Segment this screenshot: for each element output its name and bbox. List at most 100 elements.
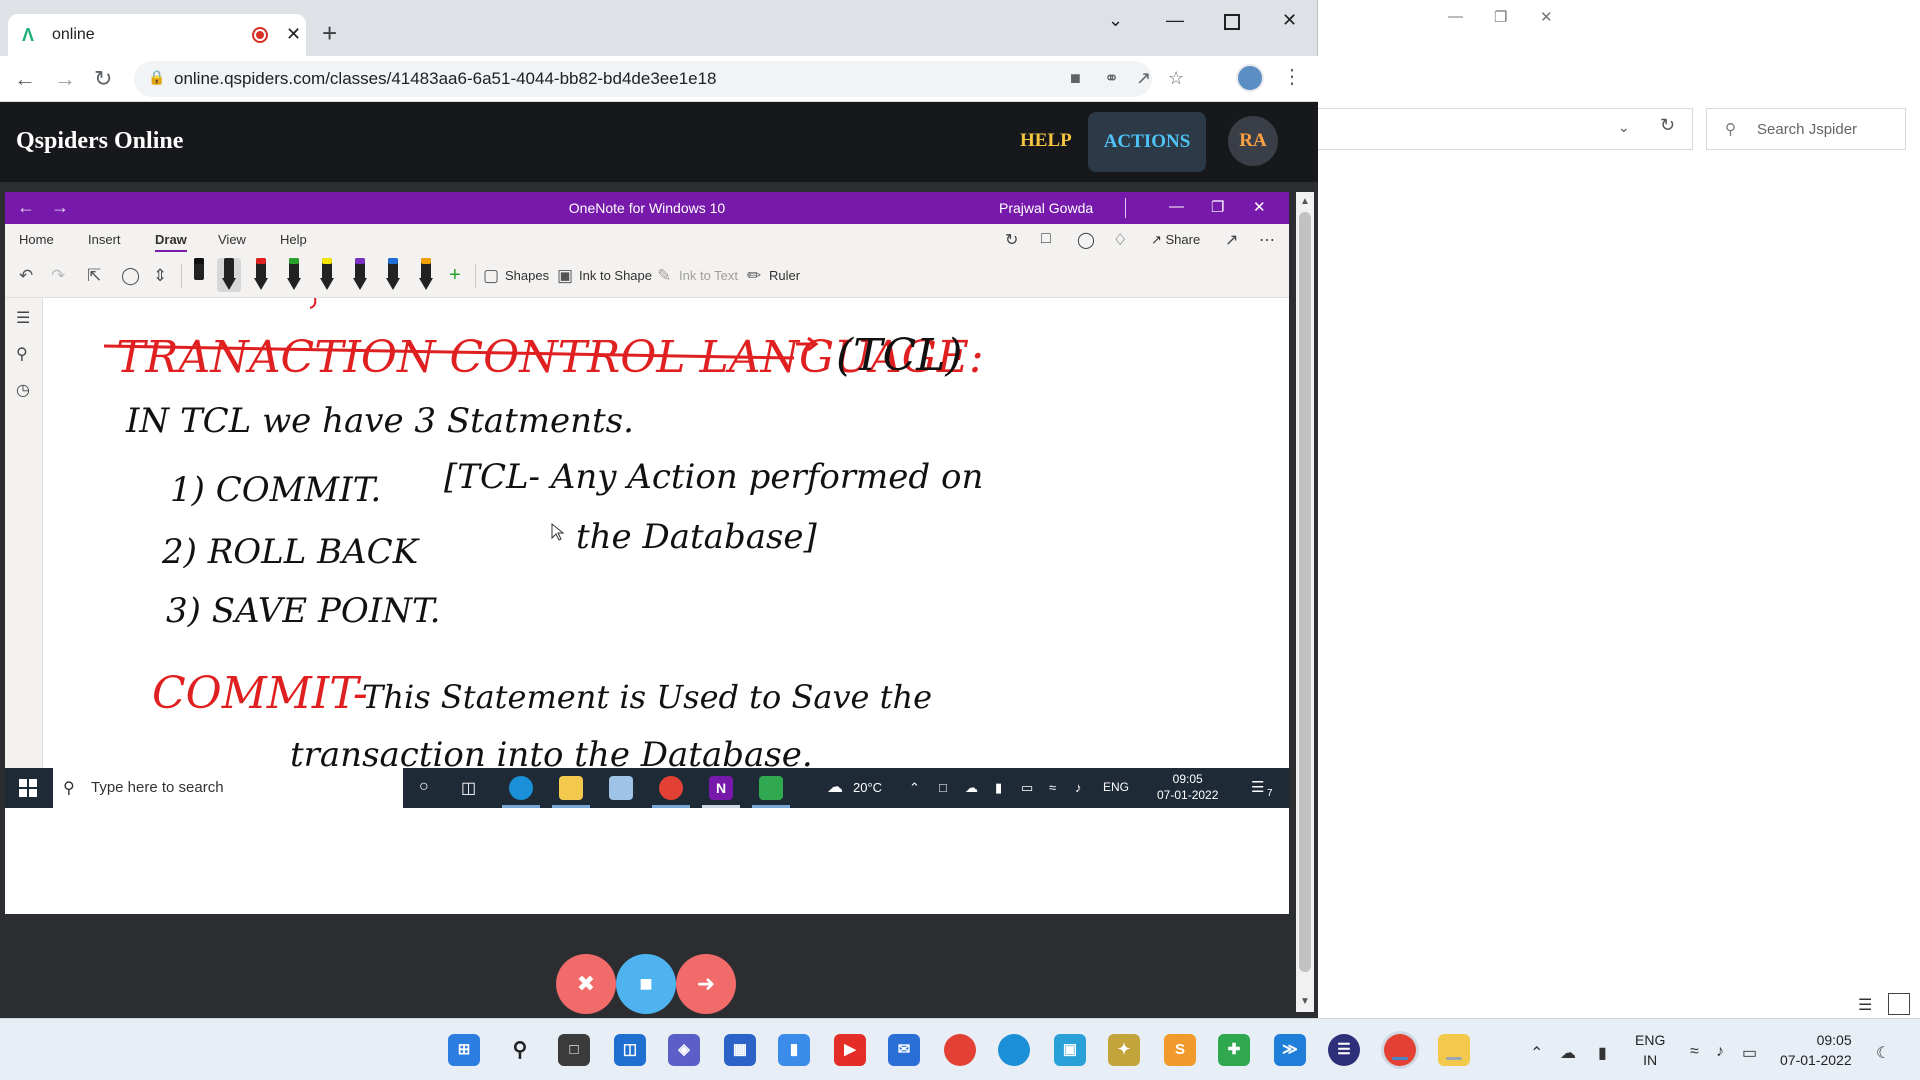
tab-close-icon[interactable]: ✕ xyxy=(286,24,301,45)
close-icon[interactable]: ✕ xyxy=(1540,8,1553,26)
battery-icon[interactable]: ▭ xyxy=(1021,780,1033,796)
mute-microphone-button[interactable]: ✖ xyxy=(556,954,616,1014)
bell-icon[interactable]: ♢ xyxy=(1113,230,1127,250)
chevron-up-icon[interactable]: ⌃ xyxy=(909,780,920,796)
teams-chat-icon[interactable]: ◈ xyxy=(668,1034,700,1066)
vscode-icon[interactable]: ≫ xyxy=(1274,1034,1306,1066)
notebooks-icon[interactable]: ☰ xyxy=(16,308,30,328)
note-canvas[interactable]: TRANACTION CONTROL LANGUAGE: (TCL) IN TC… xyxy=(44,298,1289,768)
profile-avatar[interactable] xyxy=(1236,64,1264,92)
windows-start-icon[interactable] xyxy=(19,779,37,797)
pen-orange[interactable] xyxy=(414,258,438,292)
maximize-icon[interactable] xyxy=(1224,14,1240,30)
restore-icon[interactable]: ❐ xyxy=(1494,8,1507,26)
redo-icon[interactable]: ↷ xyxy=(51,266,65,286)
menu-draw[interactable]: Draw xyxy=(155,232,187,252)
shapes-button[interactable]: Shapes xyxy=(505,268,549,283)
tray-icon[interactable]: □ xyxy=(939,780,947,795)
minimize-icon[interactable]: — xyxy=(1166,10,1184,31)
scrollbar-thumb[interactable] xyxy=(1299,212,1311,972)
tab-search-icon[interactable]: ⌄ xyxy=(1108,10,1123,31)
share-button[interactable]: ↗ Share xyxy=(1151,232,1200,248)
large-icons-view-icon[interactable] xyxy=(1888,993,1910,1015)
sublime-text-icon[interactable]: S xyxy=(1164,1034,1196,1066)
leave-call-button[interactable]: ➜ xyxy=(676,954,736,1014)
pen-blue[interactable] xyxy=(381,258,405,292)
notification-icon[interactable]: ☰ xyxy=(1251,778,1264,796)
wifi-icon[interactable]: ≈ xyxy=(1049,780,1056,795)
page-scrollbar[interactable]: ▲ ▼ xyxy=(1296,192,1314,1012)
close-icon[interactable]: ✕ xyxy=(1253,198,1266,216)
more-icon[interactable]: ⋯ xyxy=(1259,230,1275,250)
add-space-icon[interactable]: ⇕ xyxy=(153,266,167,286)
new-tab-button[interactable]: + xyxy=(322,18,337,49)
address-bar[interactable]: ⌄ ↻ xyxy=(1318,108,1693,150)
task-view-icon[interactable]: □ xyxy=(558,1034,590,1066)
store-icon[interactable]: ▦ xyxy=(724,1034,756,1066)
temperature[interactable]: 20°C xyxy=(853,780,882,795)
remote-desktop-icon[interactable]: ▣ xyxy=(1054,1034,1086,1066)
add-pen-icon[interactable]: + xyxy=(449,264,461,287)
menu-home[interactable]: Home xyxy=(19,232,54,247)
search-icon[interactable]: ⚲ xyxy=(504,1034,536,1066)
pen-purple[interactable] xyxy=(348,258,372,292)
cortana-icon[interactable]: ○ xyxy=(419,778,429,796)
pen-black-selected[interactable] xyxy=(217,258,241,292)
refresh-icon[interactable]: ↻ xyxy=(1660,115,1675,136)
task-view-icon[interactable]: ◫ xyxy=(461,778,476,798)
app-icon[interactable]: ▮ xyxy=(778,1034,810,1066)
edge-icon[interactable] xyxy=(509,776,533,800)
brand-title[interactable]: Qspiders Online xyxy=(16,128,183,155)
pen-black[interactable] xyxy=(187,258,211,292)
battery-icon[interactable]: ▭ xyxy=(1742,1043,1757,1063)
app-icon[interactable] xyxy=(609,776,633,800)
notebook-icon[interactable]: □ xyxy=(1041,230,1051,248)
volume-icon[interactable]: ♪ xyxy=(1075,780,1082,795)
help-button[interactable]: HELP xyxy=(1020,130,1072,152)
actions-button[interactable]: ACTIONS xyxy=(1088,112,1206,172)
language-indicator[interactable]: ENG IN xyxy=(1635,1030,1665,1070)
microphone-icon[interactable]: ▮ xyxy=(995,780,1002,796)
minimize-icon[interactable]: — xyxy=(1169,198,1184,215)
onedrive-icon[interactable]: ☁ xyxy=(965,780,978,796)
scroll-down-icon[interactable]: ▼ xyxy=(1300,996,1310,1007)
shapes-icon[interactable]: ▢ xyxy=(483,266,499,286)
widgets-icon[interactable]: ◫ xyxy=(614,1034,646,1066)
lasso-select-icon[interactable]: ⇱ xyxy=(87,266,101,286)
eraser-icon[interactable]: ◯ xyxy=(121,266,140,286)
notification-icon[interactable]: ☾ xyxy=(1876,1043,1890,1063)
lock-icon[interactable]: 🔒 xyxy=(148,69,165,86)
chrome-profile-icon[interactable] xyxy=(1384,1034,1416,1066)
app-icon[interactable]: ✚ xyxy=(1218,1034,1250,1066)
browser-tab[interactable]: Λ online ✕ xyxy=(8,14,306,56)
search-icon[interactable]: ⚲ xyxy=(16,344,28,364)
chrome-icon[interactable] xyxy=(944,1034,976,1066)
eclipse-icon[interactable]: ☰ xyxy=(1328,1034,1360,1066)
onenote-icon[interactable]: N xyxy=(709,776,733,800)
expand-icon[interactable]: ↗ xyxy=(1225,230,1238,250)
language-indicator[interactable]: ENG xyxy=(1103,780,1129,794)
windows-start-icon[interactable]: ⊞ xyxy=(448,1034,480,1066)
menu-insert[interactable]: Insert xyxy=(88,232,121,247)
ink-to-text-button[interactable]: Ink to Text xyxy=(679,268,738,283)
menu-help[interactable]: Help xyxy=(280,232,307,247)
address-bar[interactable]: 🔒 online.qspiders.com/classes/41483aa6-6… xyxy=(134,61,1184,97)
file-explorer-icon[interactable] xyxy=(559,776,583,800)
menu-view[interactable]: View xyxy=(218,232,246,247)
sync-icon[interactable]: ↻ xyxy=(1005,230,1018,250)
edge-icon[interactable] xyxy=(998,1034,1030,1066)
mail-icon[interactable]: ✉ xyxy=(888,1034,920,1066)
ruler-button[interactable]: Ruler xyxy=(769,268,800,283)
lightbulb-icon[interactable]: ◯ xyxy=(1077,230,1095,250)
wifi-icon[interactable]: ≈ xyxy=(1690,1043,1699,1061)
bookmark-star-icon[interactable]: ☆ xyxy=(1168,68,1184,89)
share-icon[interactable]: ↗ xyxy=(1136,68,1151,89)
chevron-down-icon[interactable]: ⌄ xyxy=(1618,119,1630,136)
app-icon[interactable]: ✦ xyxy=(1108,1034,1140,1066)
minimize-icon[interactable]: — xyxy=(1448,8,1463,25)
explorer-search-input[interactable]: ⚲ Search Jspider xyxy=(1706,108,1906,150)
taskbar-search-input[interactable]: ⚲ Type here to search xyxy=(53,768,403,808)
chevron-up-icon[interactable]: ⌃ xyxy=(1530,1043,1543,1063)
ink-to-text-icon[interactable]: ✎ xyxy=(657,266,671,286)
taskbar-clock[interactable]: 09:05 07-01-2022 xyxy=(1780,1030,1852,1070)
